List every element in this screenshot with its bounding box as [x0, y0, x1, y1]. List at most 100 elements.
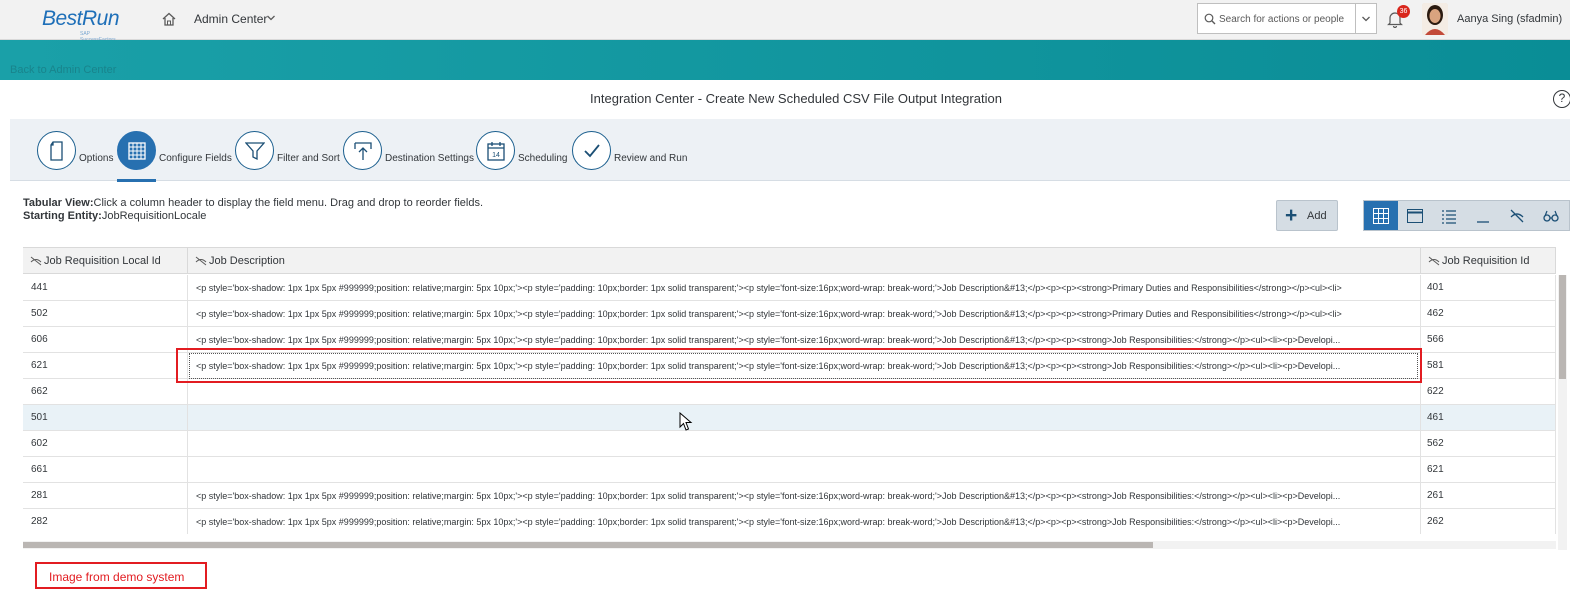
- help-icon[interactable]: ?: [1553, 90, 1570, 108]
- column-header-job-description[interactable]: Job Description: [188, 248, 1421, 274]
- cell-requisition-id: 401: [1421, 275, 1556, 301]
- chevron-down-icon[interactable]: [266, 13, 276, 23]
- search-scope-dropdown[interactable]: [1355, 4, 1376, 33]
- header-band: [0, 40, 1570, 80]
- back-to-admin-center-link[interactable]: Back to Admin Center: [10, 64, 116, 76]
- tabular-view-button[interactable]: [1364, 201, 1398, 230]
- mouse-cursor-icon: [679, 412, 693, 431]
- cell-local-id: 606: [23, 327, 188, 353]
- table-row[interactable]: 621 <p style='box-shadow: 1px 1px 5px #9…: [23, 353, 1556, 379]
- shell-header: BestRun SAP SuccessFactors Admin Center …: [0, 0, 1570, 43]
- step-label: Destination Settings: [385, 153, 474, 164]
- column-hide-icon: [195, 256, 207, 266]
- list-icon: [1442, 210, 1456, 224]
- logo-text: BestRun: [42, 7, 120, 30]
- add-button-label: Add: [1307, 210, 1327, 222]
- table-row[interactable]: 502 <p style='box-shadow: 1px 1px 5px #9…: [23, 301, 1556, 327]
- cell-local-id: 621: [23, 353, 188, 379]
- cell-requisition-id: 621: [1421, 457, 1556, 483]
- minimize-button[interactable]: [1466, 201, 1500, 230]
- search-placeholder: Search for actions or people: [1219, 14, 1345, 25]
- cell-job-description: [188, 431, 1421, 457]
- column-header-job-requisition-id[interactable]: Job Requisition Id: [1421, 248, 1556, 274]
- step-review-circle: [572, 131, 611, 170]
- step-options-circle: [37, 131, 76, 170]
- entity-value: JobRequisitionLocale: [101, 210, 207, 222]
- cell-requisition-id: 622: [1421, 379, 1556, 405]
- table-row[interactable]: 602 562: [23, 431, 1556, 457]
- cell-job-description: [188, 457, 1421, 483]
- shell-title[interactable]: Admin Center: [194, 12, 267, 26]
- form-view-button[interactable]: [1398, 201, 1432, 230]
- column-header-label: Job Description: [209, 255, 285, 267]
- company-logo[interactable]: BestRun SAP SuccessFactors: [42, 7, 122, 43]
- avatar-photo: [1422, 3, 1448, 35]
- step-destination-circle: [343, 131, 382, 170]
- cell-requisition-id: 462: [1421, 301, 1556, 327]
- cell-requisition-id: 261: [1421, 483, 1556, 509]
- step-configure-fields-circle: [117, 131, 156, 170]
- cell-job-description: <p style='box-shadow: 1px 1px 5px #99999…: [188, 327, 1421, 353]
- table-row[interactable]: 661 621: [23, 457, 1556, 483]
- column-header-label: Job Requisition Local Id: [44, 255, 161, 267]
- document-icon: [50, 141, 63, 161]
- wizard-steps: Options Configure Fields Filter and Sort: [10, 119, 1570, 182]
- column-hide-icon: [1428, 256, 1440, 266]
- preview-button[interactable]: [1534, 201, 1568, 230]
- cell-job-description: <p style='box-shadow: 1px 1px 5px #99999…: [188, 275, 1421, 301]
- glasses-icon: [1543, 210, 1559, 222]
- page-title: Integration Center - Create New Schedule…: [590, 91, 1002, 106]
- cell-requisition-id: 562: [1421, 431, 1556, 457]
- cell-local-id: 441: [23, 275, 188, 301]
- step-label: Configure Fields: [159, 153, 232, 164]
- plus-icon: +: [1285, 204, 1298, 227]
- filter-icon: [245, 142, 265, 161]
- window-icon: [1407, 209, 1423, 223]
- vertical-scrollbar[interactable]: [1558, 275, 1567, 550]
- table-header: Job Requisition Local Id Job Description…: [23, 248, 1556, 274]
- hide-fields-button[interactable]: [1500, 201, 1534, 230]
- cell-local-id: 501: [23, 405, 188, 431]
- cell-job-description: <p style='box-shadow: 1px 1px 5px #99999…: [188, 483, 1421, 509]
- table-grid-icon: [1373, 208, 1389, 224]
- table-row[interactable]: 282 <p style='box-shadow: 1px 1px 5px #9…: [23, 509, 1556, 534]
- vertical-scrollbar-thumb[interactable]: [1559, 275, 1566, 379]
- user-name[interactable]: Aanya Sing (sfadmin): [1457, 13, 1562, 25]
- step-filter-circle: [235, 131, 274, 170]
- search-field[interactable]: Search for actions or people: [1197, 3, 1377, 34]
- table-row[interactable]: 281 <p style='box-shadow: 1px 1px 5px #9…: [23, 483, 1556, 509]
- hide-icon: [1510, 209, 1524, 223]
- add-button[interactable]: + Add: [1276, 200, 1338, 231]
- entity-label: Starting Entity:: [23, 210, 102, 222]
- table-row[interactable]: 662 622: [23, 379, 1556, 405]
- view-label: Tabular View:: [23, 197, 94, 209]
- active-step-indicator: [117, 179, 156, 182]
- cell-local-id: 281: [23, 483, 188, 509]
- demo-annotation: Image from demo system: [35, 562, 207, 589]
- cell-requisition-id: 566: [1421, 327, 1556, 353]
- fields-table: Job Requisition Local Id Job Description…: [23, 247, 1556, 534]
- table-row[interactable]: 501 461: [23, 405, 1556, 431]
- step-scheduling-circle: 14: [476, 131, 515, 170]
- avatar[interactable]: [1422, 3, 1448, 35]
- horizontal-scrollbar-thumb[interactable]: [23, 542, 1153, 548]
- calendar-icon: 14: [487, 142, 505, 161]
- cell-requisition-id: 262: [1421, 509, 1556, 534]
- home-icon[interactable]: [161, 11, 177, 27]
- cell-job-description: [188, 379, 1421, 405]
- minus-icon: [1477, 221, 1489, 223]
- list-view-button[interactable]: [1432, 201, 1466, 230]
- cell-requisition-id: 581: [1421, 353, 1556, 379]
- cell-local-id: 502: [23, 301, 188, 327]
- cell-job-description: <p style='box-shadow: 1px 1px 5px #99999…: [188, 509, 1421, 534]
- cell-requisition-id: 461: [1421, 405, 1556, 431]
- column-hide-icon: [30, 256, 42, 266]
- view-text: Click a column header to display the fie…: [93, 197, 484, 209]
- horizontal-scrollbar[interactable]: [23, 541, 1556, 549]
- chevron-down-icon: [1362, 16, 1370, 22]
- cell-local-id: 662: [23, 379, 188, 405]
- integration-card: Integration Center - Create New Schedule…: [10, 80, 1570, 605]
- table-row[interactable]: 441 <p style='box-shadow: 1px 1px 5px #9…: [23, 275, 1556, 301]
- table-row[interactable]: 606 <p style='box-shadow: 1px 1px 5px #9…: [23, 327, 1556, 353]
- column-header-job-requisition-local-id[interactable]: Job Requisition Local Id: [23, 248, 188, 274]
